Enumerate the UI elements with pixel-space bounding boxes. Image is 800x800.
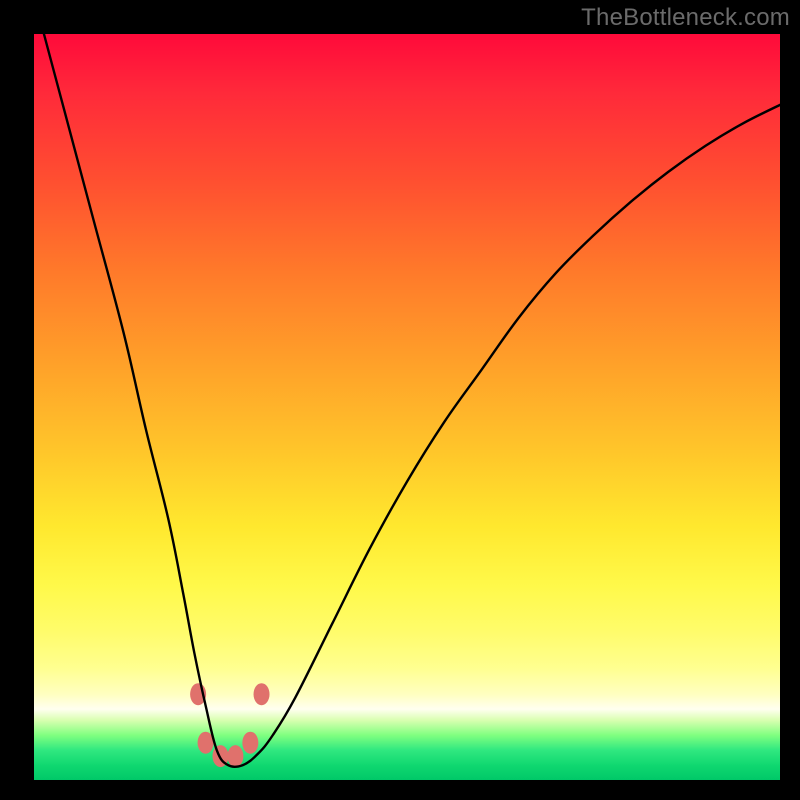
chart-stage: TheBottleneck.com: [0, 0, 800, 800]
valley-marker: [227, 745, 243, 767]
curve-svg: [34, 34, 780, 780]
bottleneck-curve: [34, 0, 780, 767]
plot-area: [34, 34, 780, 780]
watermark-text: TheBottleneck.com: [581, 4, 790, 32]
valley-marker: [254, 683, 270, 705]
valley-marker: [242, 732, 258, 754]
